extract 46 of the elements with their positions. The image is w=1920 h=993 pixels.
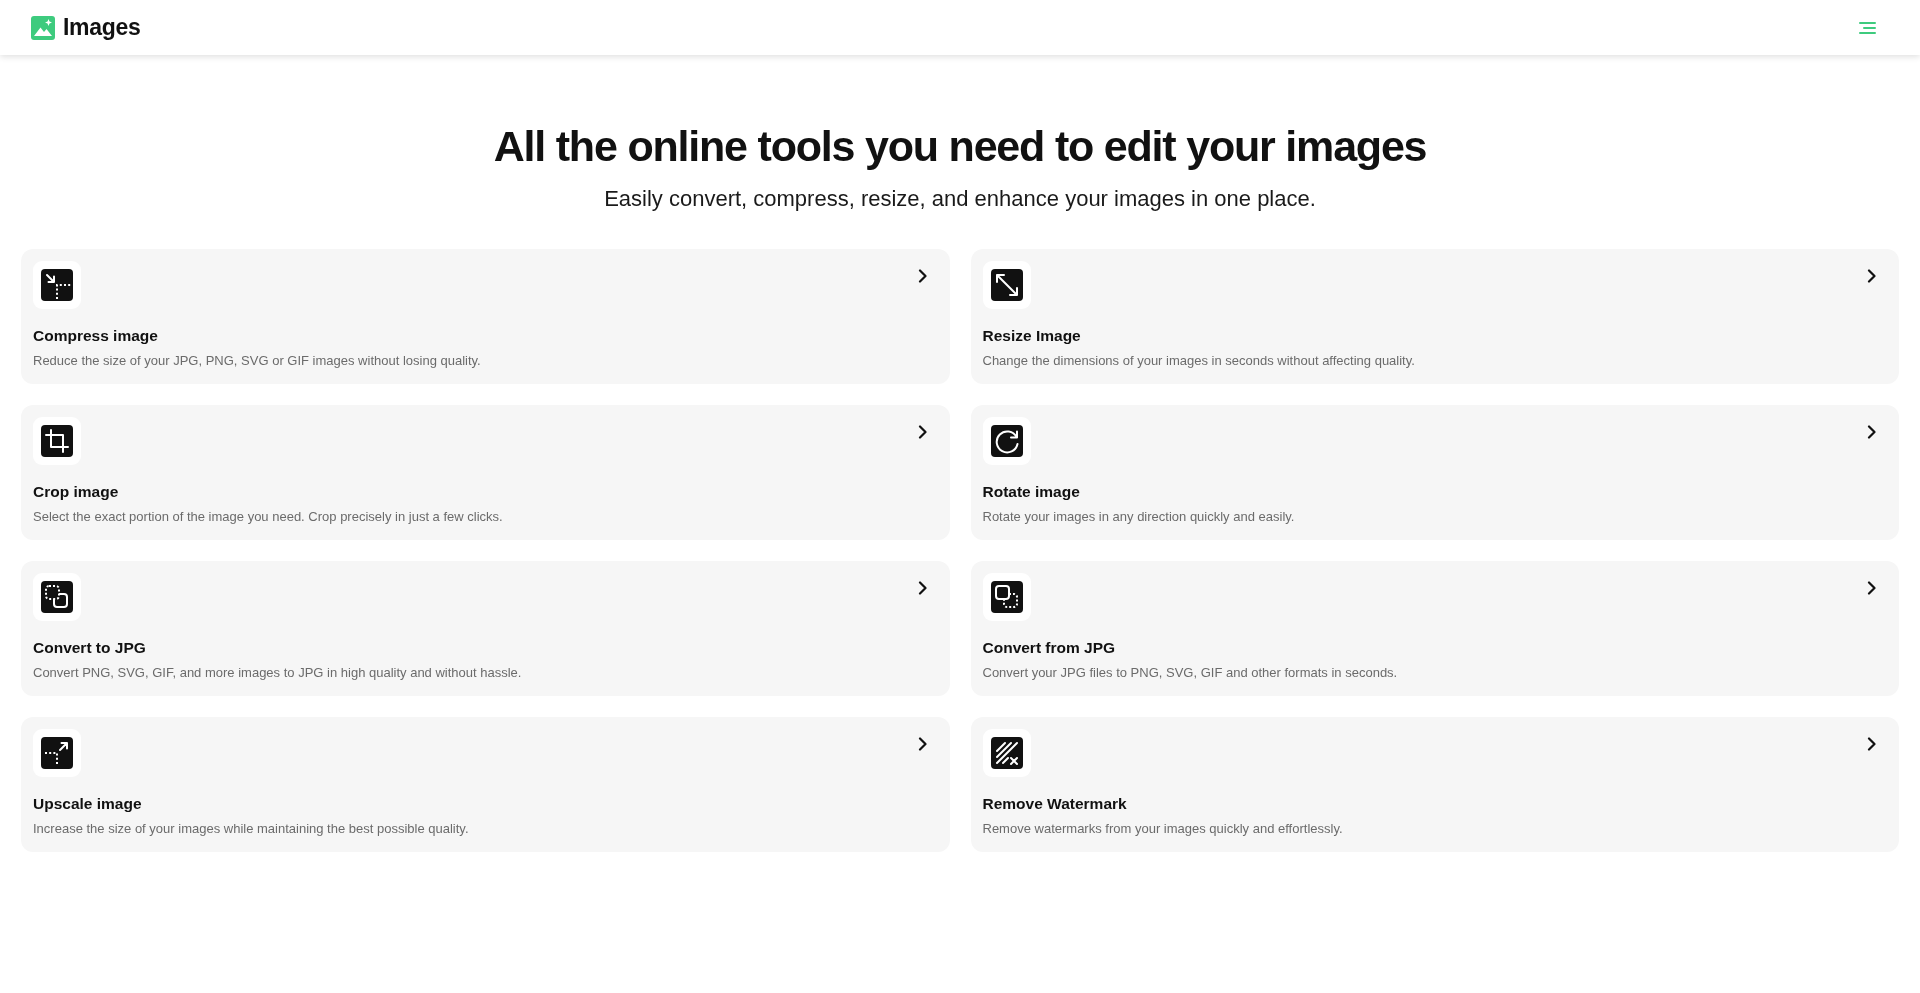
tool-card[interactable]: Convert to JPG Convert PNG, SVG, GIF, and more images to JPG in high quality and without hassle. (21, 561, 950, 696)
chevron-right-icon (917, 581, 928, 595)
tool-card[interactable]: Compress image Reduce the size of your JPG, PNG, SVG or GIF images without losing quality. (21, 249, 950, 384)
tool-card[interactable]: Convert from JPG Convert your JPG files to PNG, SVG, GIF and other formats in seconds. (970, 561, 1899, 696)
card-description: Reduce the size of your JPG, PNG, SVG or GIF images without losing quality. (33, 352, 481, 369)
tool-card[interactable]: Resize Image Change the dimensions of your images in seconds without affecting quality. (970, 249, 1899, 384)
chevron-right-icon (1867, 581, 1877, 595)
card-title: Compress image (33, 326, 158, 346)
logo-link[interactable]: Images (31, 14, 141, 41)
tool-card[interactable]: Rotate image Rotate your images in any direction quickly and easily. (970, 405, 1899, 540)
card-title: Convert to JPG (33, 638, 146, 658)
image-icon (31, 15, 55, 40)
rotate-icon (982, 417, 1031, 465)
chevron-right-icon (1867, 425, 1877, 439)
tool-card[interactable]: Remove Watermark Remove watermarks from your images quickly and effortlessly. (970, 717, 1899, 852)
crop-icon (33, 417, 81, 465)
card-title: Crop image (33, 482, 119, 502)
card-description: Rotate your images in any direction quickly and easily. (982, 508, 1295, 525)
page-subheading: Easily convert, compress, resize, and enhance your images in one place. (604, 185, 1316, 213)
overlapping-squares-icon (982, 573, 1031, 621)
chevron-right-icon (917, 269, 928, 283)
card-description: Change the dimensions of your images in seconds without affecting quality. (982, 352, 1415, 369)
page-heading: All the online tools you need to edit your images (493, 121, 1427, 172)
tool-card[interactable]: Upscale image Increase the size of your images while maintaining the best possible quality. (21, 717, 950, 852)
arrow-out-corner-icon (33, 729, 81, 777)
diagonal-arrows-icon (982, 261, 1031, 309)
card-title: Remove Watermark (982, 794, 1127, 814)
chevron-right-icon (1867, 269, 1877, 283)
card-description: Convert PNG, SVG, GIF, and more images to JPG in high quality and without hassle. (33, 664, 522, 681)
card-description: Convert your JPG files to PNG, SVG, GIF and other formats in seconds. (982, 664, 1398, 681)
menu-button[interactable] (1859, 20, 1876, 35)
card-description: Increase the size of your images while maintaining the best possible quality. (33, 820, 469, 837)
arrow-into-corner-icon (33, 261, 81, 309)
chevron-right-icon (917, 737, 928, 751)
menu-icon (1859, 20, 1876, 35)
diagonal-lines-icon (982, 729, 1031, 777)
card-description: Select the exact portion of the image you need. Crop precisely in just a few clicks. (33, 508, 503, 525)
card-description: Remove watermarks from your images quickly and effortlessly. (982, 820, 1343, 837)
card-title: Convert from JPG (982, 638, 1116, 658)
chevron-right-icon (1867, 737, 1877, 751)
card-title: Resize Image (982, 326, 1081, 346)
chevron-right-icon (917, 425, 928, 439)
tool-card[interactable]: Crop image Select the exact portion of the image you need. Crop precisely in just a few clicks. (21, 405, 950, 540)
overlapping-squares-icon (33, 573, 81, 621)
card-title: Upscale image (33, 794, 142, 814)
card-title: Rotate image (982, 482, 1080, 502)
